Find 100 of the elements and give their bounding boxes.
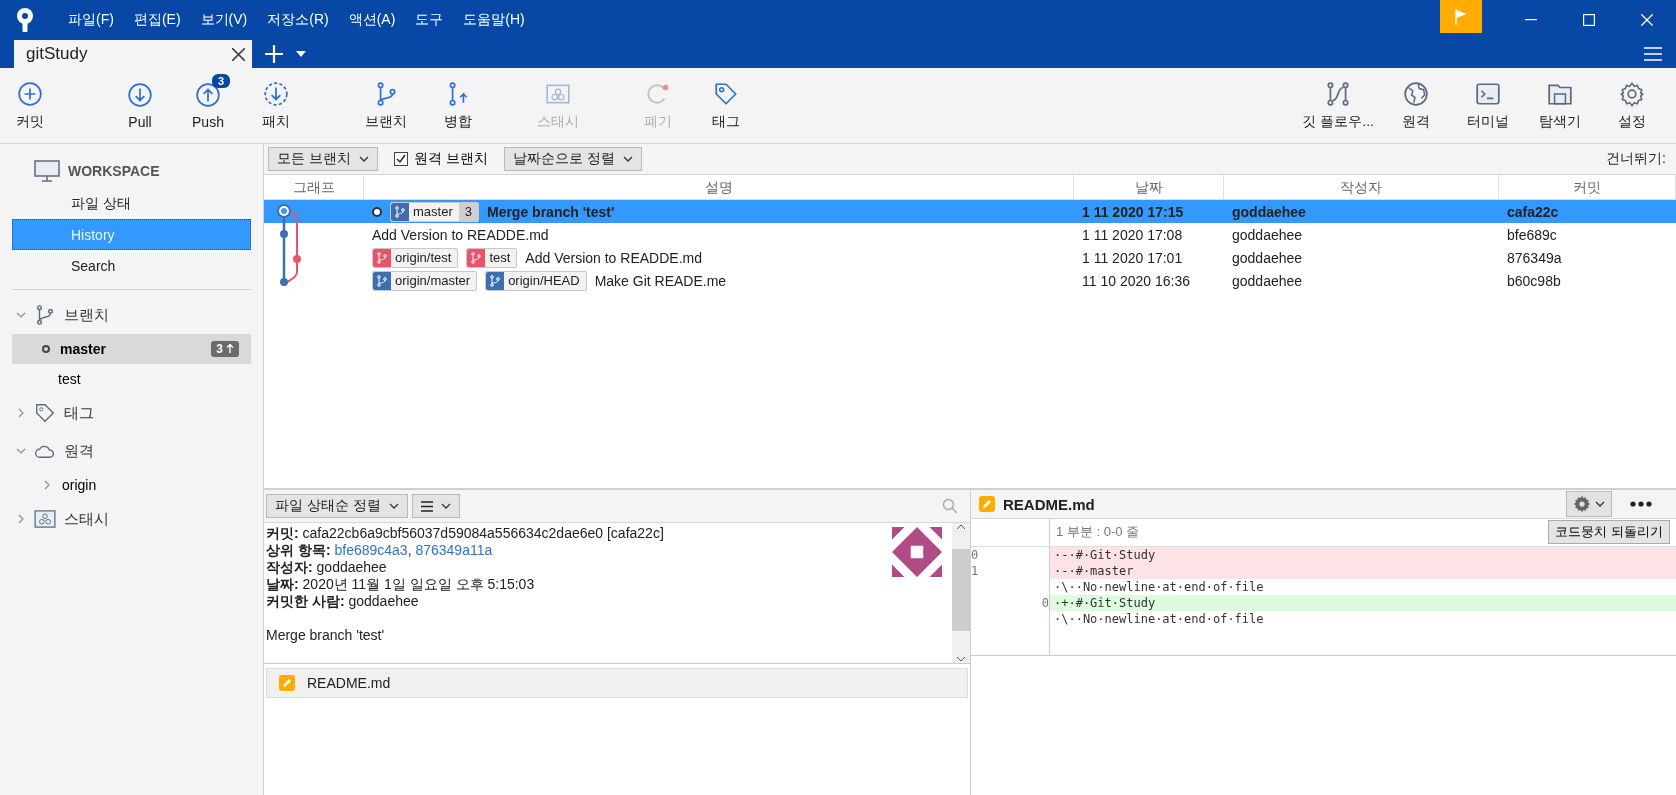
- chevron-right-icon[interactable]: [16, 514, 26, 524]
- column-header[interactable]: 작성자: [1224, 175, 1499, 199]
- author-cell-text: goddaehee: [1231, 203, 1307, 220]
- avatar-icon: [892, 527, 942, 577]
- scroll-down-icon[interactable]: [956, 655, 966, 663]
- chevron-down-icon[interactable]: [16, 310, 26, 320]
- menu-icon[interactable]: [1644, 47, 1662, 61]
- changed-file-item[interactable]: README.md: [266, 668, 968, 698]
- scroll-up-icon[interactable]: [956, 523, 966, 531]
- close-icon[interactable]: [231, 47, 245, 61]
- caret-icon: [440, 503, 451, 509]
- chevron-down-icon[interactable]: [16, 446, 26, 456]
- caret-icon: [1595, 501, 1605, 508]
- menu-item[interactable]: 편집(E): [123, 11, 191, 29]
- branch-name: origin/HEAD: [507, 273, 581, 288]
- toolbar-button[interactable]: 탐색기: [1524, 68, 1596, 143]
- section-title[interactable]: 스태시: [64, 509, 109, 529]
- line-number: 1: [971, 562, 980, 579]
- file-sort-dropdown[interactable]: 파일 상태순 정렬: [266, 494, 408, 518]
- commit-row[interactable]: master 3 Merge branch 'test' 1 11 2020 17:15 goddaehee cafa22c: [264, 200, 1676, 223]
- author-cell-text: goddaehee: [1231, 272, 1304, 289]
- commit-message: Add Version to READDE.md: [525, 249, 702, 266]
- menu-item[interactable]: 보기(V): [190, 11, 258, 29]
- caret-icon: [358, 156, 369, 162]
- view-options-dropdown[interactable]: [411, 494, 460, 518]
- commit-message: Merge branch 'test': [486, 203, 615, 220]
- toolbar-button[interactable]: 깃 플로우...: [1296, 68, 1380, 143]
- close-icon: [1641, 14, 1653, 26]
- monitor-icon: [34, 160, 60, 182]
- date-cell-text: 11 10 2020 16:36: [1081, 272, 1191, 289]
- section-title[interactable]: 원격: [64, 441, 94, 461]
- parent-commit-link[interactable]: 876349a11a: [415, 542, 493, 558]
- column-header[interactable]: 설명: [364, 175, 1074, 199]
- commit-row[interactable]: origin/test test Add Version to READDE.md 1 11 2020 17:01 goddaehee 876349a: [264, 246, 1676, 269]
- toolbar-button[interactable]: 패치: [246, 68, 306, 143]
- column-header[interactable]: 커밋: [1499, 175, 1676, 199]
- branch-item[interactable]: test: [12, 364, 251, 394]
- revert-hunk-button[interactable]: 코드뭉치 되돌리기: [1548, 520, 1670, 545]
- flag-icon: [1455, 8, 1467, 25]
- commit-row[interactable]: Add Version to READDE.md 1 11 2020 17:08 goddaehee bfe689c: [264, 223, 1676, 246]
- remote-branches-checkbox[interactable]: 원격 브랜치: [387, 150, 494, 168]
- list-icon: [420, 500, 433, 512]
- toolbar-button[interactable]: 터미널: [1452, 68, 1524, 143]
- column-header[interactable]: 그래프: [264, 175, 364, 199]
- commit-message: Add Version to READDE.md: [372, 226, 549, 243]
- toolbar-button[interactable]: 브랜치: [356, 68, 416, 143]
- minimize-icon: [1525, 19, 1537, 21]
- date-cell-text: 1 11 2020 17:08: [1081, 226, 1184, 243]
- pencil-icon: [979, 496, 995, 513]
- chevron-right-icon[interactable]: [42, 480, 52, 490]
- scrollbar[interactable]: [952, 523, 970, 663]
- toolbar-button[interactable]: Pull: [110, 68, 170, 143]
- sidebar-item[interactable]: Search: [12, 250, 251, 281]
- toolbar-button[interactable]: 원격: [1380, 68, 1452, 143]
- repository-tab[interactable]: gitStudy: [14, 40, 252, 68]
- globe-icon: [1403, 80, 1429, 107]
- toolbar-button[interactable]: Push 3: [178, 68, 238, 143]
- file-name: README.md: [307, 675, 391, 691]
- ahead-count: 3: [211, 341, 239, 357]
- caret-icon: [622, 156, 633, 162]
- branch-filter-dropdown[interactable]: 모든 브랜치: [268, 147, 378, 171]
- section-title[interactable]: 태그: [64, 403, 94, 423]
- stash-icon: [34, 510, 56, 528]
- hash-cell-text: 876349a: [1506, 249, 1563, 266]
- search-icon[interactable]: [942, 498, 958, 514]
- settings-dropdown[interactable]: [1566, 491, 1612, 518]
- menu-item[interactable]: 도구: [405, 11, 454, 29]
- add-tab-icon[interactable]: [265, 45, 283, 63]
- separator: ,: [407, 542, 412, 558]
- code-line: ·\··No·newline·at·end·of·file: [1053, 578, 1265, 595]
- toolbar-button[interactable]: 커밋: [0, 68, 60, 143]
- menu-item[interactable]: 파일(F): [58, 11, 124, 29]
- pencil-icon: [279, 675, 295, 691]
- date-cell-text: 1 11 2020 17:01: [1081, 249, 1184, 266]
- menu-item[interactable]: 도움말(H): [453, 11, 535, 29]
- chevron-right-icon[interactable]: [16, 408, 26, 418]
- maximize-icon: [1583, 14, 1595, 26]
- app-logo-icon: [14, 7, 36, 33]
- detail-line: 커밋한 사람: goddaehee: [266, 593, 420, 610]
- remote-item[interactable]: origin: [12, 470, 251, 500]
- sidebar-item[interactable]: 파일 상태: [12, 188, 251, 219]
- section-title[interactable]: 브랜치: [64, 305, 109, 325]
- column-header[interactable]: 날짜: [1074, 175, 1224, 199]
- toolbar-button[interactable]: 설정: [1596, 68, 1668, 143]
- dropdown-icon[interactable]: [296, 51, 306, 57]
- menu-item[interactable]: 저장소(R): [257, 11, 339, 29]
- hunk-header: 1 부분 : 0-0 줄: [1056, 523, 1140, 542]
- branch-item[interactable]: master 3: [12, 334, 251, 364]
- menu-item[interactable]: 액션(A): [338, 11, 406, 29]
- sort-dropdown[interactable]: 날짜순으로 정렬: [503, 147, 642, 171]
- tag-icon: [34, 402, 56, 424]
- parent-commit-link[interactable]: bfe689c4a3: [334, 542, 408, 558]
- flow-icon: [1325, 80, 1352, 107]
- line-number: 0: [971, 546, 980, 563]
- toolbar-button[interactable]: 병합: [428, 68, 488, 143]
- terminal-icon: [1475, 80, 1501, 107]
- flag-button[interactable]: [1440, 0, 1482, 33]
- cloud-icon: [34, 443, 56, 459]
- toolbar-button[interactable]: 태그: [696, 68, 756, 143]
- commit-row[interactable]: origin/master origin/HEAD Make Git READE.me 11 10 2020 16:36 goddaehee b60c98b: [264, 269, 1676, 292]
